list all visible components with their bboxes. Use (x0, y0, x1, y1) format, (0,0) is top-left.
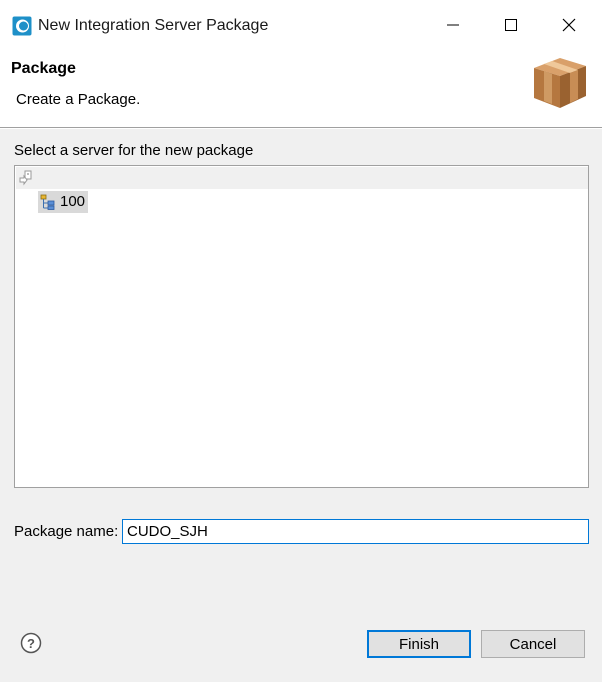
minimize-icon (447, 24, 459, 26)
cancel-button[interactable]: Cancel (481, 630, 585, 658)
server-folder-icon (19, 170, 32, 186)
close-icon (562, 18, 576, 32)
tree-item-label: 100 (60, 193, 86, 210)
title-bar[interactable]: New Integration Server Package (0, 0, 602, 50)
package-name-input[interactable] (122, 519, 589, 544)
wizard-header: Package Create a Package. (0, 50, 602, 128)
package-name-label: Package name: (14, 523, 119, 540)
dialog-content: Select a server for the new package 100 … (0, 129, 602, 682)
minimize-button[interactable] (424, 0, 482, 50)
help-icon[interactable]: ? (20, 632, 42, 654)
page-description: Create a Package. (16, 91, 141, 108)
maximize-button[interactable] (482, 0, 540, 50)
maximize-icon (505, 19, 517, 31)
tree-root-item[interactable] (16, 167, 588, 189)
server-icon (40, 194, 55, 210)
server-tree[interactable]: 100 (14, 165, 589, 488)
finish-button[interactable]: Finish (367, 630, 471, 658)
dialog-window: New Integration Server Package Package C… (0, 0, 602, 682)
tree-item-server[interactable]: 100 (38, 191, 89, 213)
page-title: Package (11, 60, 76, 77)
close-button[interactable] (540, 0, 598, 50)
package-box-icon (534, 58, 586, 108)
eclipse-icon (12, 16, 32, 36)
server-selection-label: Select a server for the new package (14, 142, 254, 159)
window-title: New Integration Server Package (38, 17, 269, 34)
svg-text:?: ? (27, 636, 35, 651)
